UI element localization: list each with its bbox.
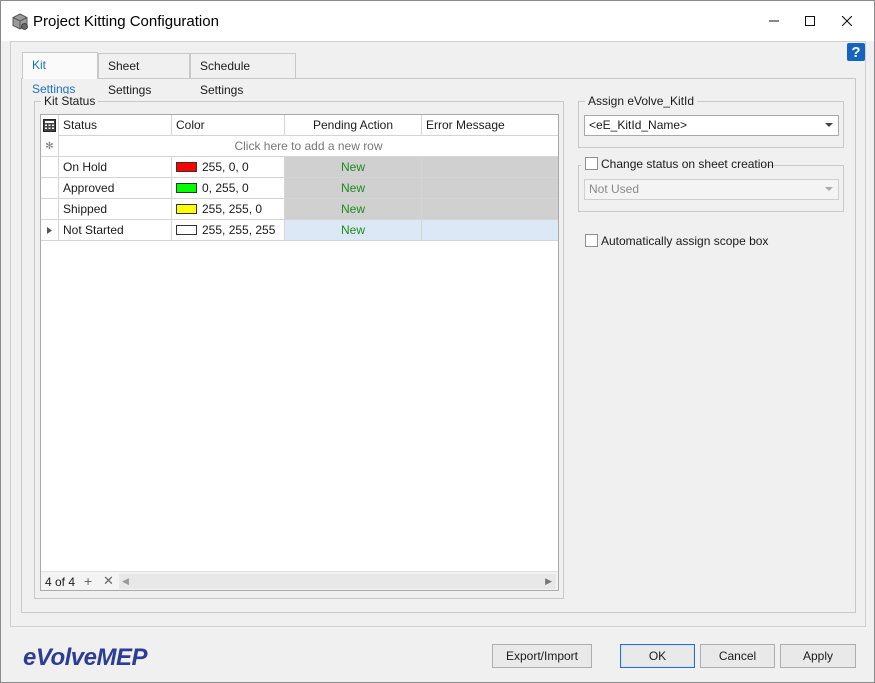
color-value: 0, 255, 0 [202, 181, 249, 195]
status-cell[interactable]: Not Started [59, 220, 172, 240]
change-status-label: Change status on sheet creation [601, 157, 774, 171]
record-count: 4 of 4 [45, 575, 76, 589]
grid-header: Status Color Pending Action Error Messag… [41, 115, 558, 136]
scope-box-checkbox[interactable] [585, 234, 598, 247]
assign-kitid-title: Assign eVolve_KitId [585, 94, 698, 108]
row-indicator [41, 157, 59, 177]
table-settings-icon [43, 119, 56, 132]
column-header-pending-action[interactable]: Pending Action [285, 115, 422, 136]
kitid-dropdown[interactable]: <eE_KitId_Name> [584, 115, 839, 136]
chevron-down-icon [825, 123, 833, 127]
color-cell[interactable]: 255, 255, 255 [172, 220, 285, 240]
color-swatch [176, 183, 197, 193]
help-button[interactable]: ? [847, 43, 865, 61]
add-row-icon[interactable]: + [84, 573, 92, 589]
table-row[interactable]: Approved 0, 255, 0 New [41, 178, 558, 199]
delete-row-icon[interactable]: ✕ [103, 573, 114, 589]
evolve-logo: eVolveMEP [23, 644, 148, 671]
grid-navigator: 4 of 4 + ✕ ◀ ▶ [41, 571, 558, 590]
apply-button[interactable]: Apply [780, 644, 856, 668]
minimize-button[interactable] [757, 7, 791, 35]
maximize-icon [805, 16, 815, 26]
color-cell[interactable]: 255, 255, 0 [172, 199, 285, 219]
chevron-down-icon [825, 187, 833, 191]
color-swatch [176, 162, 197, 172]
pending-action-cell: New [285, 178, 422, 198]
export-import-button[interactable]: Export/Import [492, 644, 592, 668]
title-bar: Project Kitting Configuration [1, 1, 874, 41]
change-status-value: Not Used [589, 182, 640, 196]
window-title: Project Kitting Configuration [33, 13, 219, 30]
row-indicator [41, 199, 59, 219]
kit-status-grid: Status Color Pending Action Error Messag… [40, 114, 559, 591]
change-status-dropdown[interactable]: Not Used [584, 179, 839, 200]
dialog-window: Project Kitting Configuration ? Kit Sett… [0, 0, 875, 683]
horizontal-scrollbar[interactable]: ◀ ▶ [119, 574, 556, 589]
tab-schedule-settings[interactable]: Schedule Settings [190, 53, 296, 97]
table-row[interactable]: On Hold 255, 0, 0 New [41, 157, 558, 178]
row-indicator [41, 178, 59, 198]
scope-box-label: Automatically assign scope box [601, 234, 769, 248]
maximize-button[interactable] [793, 7, 827, 35]
close-button[interactable] [830, 7, 864, 35]
help-icon: ? [851, 43, 861, 61]
tab-kit-settings[interactable]: Kit Settings [22, 52, 98, 96]
color-value: 255, 255, 0 [202, 202, 263, 216]
kitid-value: <eE_KitId_Name> [589, 118, 688, 132]
new-row-prompt[interactable]: Click here to add a new row [59, 136, 558, 156]
error-message-cell [422, 220, 558, 240]
color-value: 255, 0, 0 [202, 160, 249, 174]
ok-button[interactable]: OK [620, 644, 695, 668]
pending-action-cell: New [285, 157, 422, 177]
pending-action-cell: New [285, 220, 422, 240]
pending-action-cell: New [285, 199, 422, 219]
scroll-left-icon[interactable]: ◀ [122, 574, 129, 589]
table-row[interactable]: Shipped 255, 255, 0 New [41, 199, 558, 220]
status-cell[interactable]: On Hold [59, 157, 172, 177]
table-row[interactable]: Not Started 255, 255, 255 New [41, 220, 558, 241]
minimize-icon [769, 20, 779, 22]
cancel-button[interactable]: Cancel [700, 644, 775, 668]
color-cell[interactable]: 0, 255, 0 [172, 178, 285, 198]
column-header-error-message[interactable]: Error Message [422, 115, 558, 136]
column-header-status[interactable]: Status [59, 115, 172, 136]
color-value: 255, 255, 255 [202, 223, 276, 237]
change-status-checkbox[interactable] [585, 157, 598, 170]
color-cell[interactable]: 255, 0, 0 [172, 157, 285, 177]
kit-status-title: Kit Status [41, 94, 99, 108]
status-cell[interactable]: Shipped [59, 199, 172, 219]
color-swatch [176, 204, 197, 214]
column-chooser-button[interactable] [41, 115, 59, 136]
error-message-cell [422, 178, 558, 198]
app-icon [11, 13, 29, 31]
error-message-cell [422, 199, 558, 219]
color-swatch [176, 225, 197, 235]
tab-sheet-settings[interactable]: Sheet Settings [98, 53, 190, 97]
scroll-right-icon[interactable]: ▶ [545, 574, 552, 589]
status-cell[interactable]: Approved [59, 178, 172, 198]
new-item-row[interactable]: ✻ Click here to add a new row [41, 136, 558, 157]
error-message-cell [422, 157, 558, 177]
column-header-color[interactable]: Color [172, 115, 285, 136]
current-row-arrow-icon [41, 220, 59, 240]
close-icon [842, 16, 852, 26]
new-row-icon: ✻ [41, 136, 59, 156]
